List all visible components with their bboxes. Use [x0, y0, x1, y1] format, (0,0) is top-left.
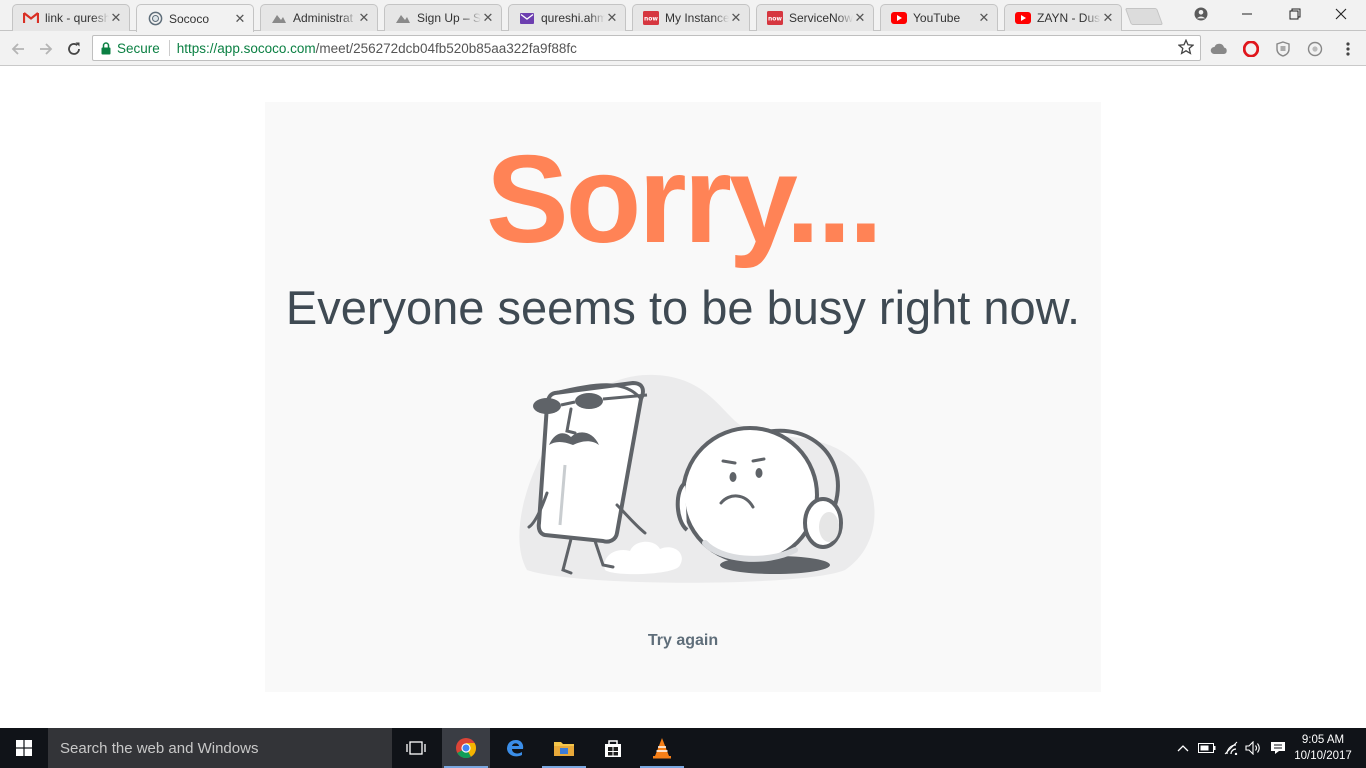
signup-icon [395, 10, 411, 26]
bookmark-star-icon[interactable] [1177, 38, 1195, 58]
vlc-icon[interactable] [638, 728, 686, 768]
tab-title: My Instance [665, 11, 729, 25]
try-again-link[interactable]: Try again [633, 632, 733, 650]
sorry-heading: Sorry... [485, 131, 883, 269]
extension-cloud-icon[interactable] [1209, 39, 1229, 59]
close-tab-icon[interactable]: ✕ [729, 10, 743, 26]
tab-gmail[interactable]: link - quresh ✕ [12, 4, 130, 31]
taskbar-search-box[interactable]: Search the web and Windows [48, 728, 392, 768]
close-tab-icon[interactable]: ✕ [109, 10, 123, 26]
search-placeholder: Search the web and Windows [60, 739, 259, 757]
file-explorer-icon[interactable] [540, 728, 588, 768]
tab-servicenow[interactable]: now ServiceNow ✕ [756, 4, 874, 31]
youtube-icon [891, 10, 907, 26]
tab-sococo[interactable]: Sococo ✕ [136, 4, 254, 32]
back-icon[interactable] [5, 36, 31, 62]
store-icon[interactable] [589, 728, 637, 768]
profile-icon[interactable] [1178, 0, 1224, 28]
close-tab-icon[interactable]: ✕ [853, 10, 867, 26]
clock-time: 9:05 AM [1301, 734, 1345, 746]
sococo-icon [147, 11, 163, 27]
reload-icon[interactable] [61, 36, 87, 62]
tab-administrator[interactable]: Administrat ✕ [260, 4, 378, 31]
restore-icon[interactable] [1272, 0, 1318, 28]
close-tab-icon[interactable]: ✕ [605, 10, 619, 26]
svg-text:now: now [644, 16, 658, 23]
tab-title: ServiceNow [789, 11, 853, 25]
tab-my-instance[interactable]: now My Instance ✕ [632, 4, 750, 31]
tab-title: YouTube [913, 11, 961, 25]
volume-icon[interactable] [1243, 728, 1265, 768]
chrome-icon[interactable] [442, 728, 490, 768]
opera-icon[interactable] [1241, 39, 1261, 59]
close-tab-icon[interactable]: ✕ [357, 10, 371, 26]
close-tab-icon[interactable]: ✕ [977, 10, 991, 26]
clock-date: 10/10/2017 [1294, 750, 1352, 762]
action-center-icon[interactable] [1267, 728, 1289, 768]
show-hidden-icons-icon[interactable] [1172, 728, 1194, 768]
youtube-icon [1015, 10, 1031, 26]
close-tab-icon[interactable]: ✕ [233, 11, 247, 27]
shield-icon[interactable] [1273, 39, 1293, 59]
close-tab-icon[interactable]: ✕ [481, 10, 495, 26]
tab-title: Sococo [169, 11, 210, 26]
url-host: https://app.sococo.com [176, 40, 316, 56]
tab-title: ZAYN - Dus [1037, 11, 1101, 25]
tab-zayn[interactable]: ZAYN - Dus ✕ [1004, 4, 1122, 31]
tab-title: qureshi.ahm [541, 11, 605, 25]
edge-icon[interactable] [491, 728, 539, 768]
busy-message: Everyone seems to be busy right now. [285, 281, 1081, 334]
tab-strip: link - quresh ✕ Sococo ✕ Administrat ✕ S… [0, 0, 1366, 32]
battery-icon[interactable] [1196, 728, 1218, 768]
menu-icon[interactable] [1338, 39, 1358, 59]
url-path: /meet/256272dcb04fb520b85aa322fa9f88fc [315, 40, 577, 56]
gmail-icon [23, 10, 39, 26]
windows-start-icon[interactable] [0, 728, 48, 768]
windows-taskbar: Search the web and Windows 9:05 AM 10/10… [0, 728, 1366, 768]
wifi-icon[interactable] [1220, 728, 1242, 768]
forward-icon[interactable] [33, 36, 59, 62]
mail-icon [519, 10, 535, 26]
tab-title: link - quresh [45, 11, 109, 25]
servicenow-icon: now [767, 10, 783, 26]
tab-youtube[interactable]: YouTube ✕ [880, 4, 998, 31]
separator [168, 40, 170, 56]
tab-title: Sign Up – Sc [417, 11, 481, 25]
busy-illustration [505, 365, 880, 590]
admin-icon [271, 10, 287, 26]
browser-toolbar: Secure https://app.sococo.com/meet/25627… [0, 31, 1366, 66]
taskbar-clock[interactable]: 9:05 AM 10/10/2017 [1290, 732, 1356, 764]
address-bar[interactable]: Secure https://app.sococo.com/meet/25627… [92, 35, 1201, 61]
tab-title: Administrat [293, 11, 354, 25]
close-window-icon[interactable] [1318, 0, 1364, 28]
task-view-icon[interactable] [392, 728, 440, 768]
tab-mail[interactable]: qureshi.ahm ✕ [508, 4, 626, 31]
tab-sign-up[interactable]: Sign Up – Sc ✕ [384, 4, 502, 31]
svg-text:now: now [768, 16, 782, 23]
servicenow-icon: now [643, 10, 659, 26]
lock-icon [101, 41, 111, 55]
minimize-icon[interactable] [1224, 0, 1270, 28]
new-tab-button[interactable] [1124, 8, 1164, 25]
close-tab-icon[interactable]: ✕ [1101, 10, 1115, 26]
sococo-extension-icon[interactable] [1305, 39, 1325, 59]
secure-label: Secure [117, 40, 160, 56]
